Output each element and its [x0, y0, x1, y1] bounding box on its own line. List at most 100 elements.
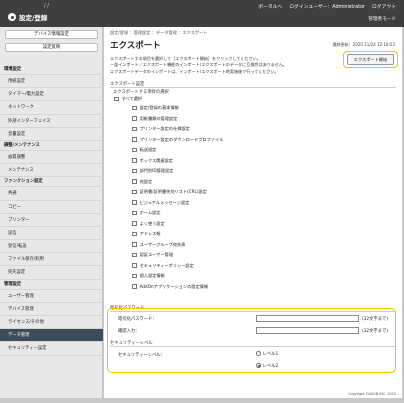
checkbox-icon[interactable]: [132, 284, 137, 289]
checkbox-icon[interactable]: [132, 189, 137, 195]
sidebar-item[interactable]: タイマー/電力設定: [0, 88, 103, 102]
checkbox-icon[interactable]: [132, 158, 137, 163]
checkbox-icon[interactable]: [132, 137, 137, 142]
breadcrumb: 設定/登録 ：管理設定 ：データ管理 ：エクスポート: [110, 30, 208, 35]
export-item-label: ビジュアルメッセージ設定: [139, 199, 190, 205]
desc-line: エクスポートデータのインポートは、インポート/エクスポート時実施後で行ってくださ…: [110, 68, 279, 74]
sidebar-item[interactable]: メンテナンス: [0, 164, 103, 178]
device-info-button[interactable]: デバイス情報設定: [5, 30, 98, 39]
sidebar-item[interactable]: 用紙設定: [0, 75, 103, 89]
sidebar-item[interactable]: 音量設定: [0, 128, 103, 141]
export-item[interactable]: 個人設定情報: [132, 273, 165, 279]
login-user: ログインユーザー：Administrator: [289, 5, 365, 10]
export-item[interactable]: アドレス帳: [132, 231, 161, 237]
export-item-label: 設定/登録の基本情報: [139, 105, 179, 110]
sidebar: デバイス情報設定 設定反映 環境設定 用紙設定 タイマー/電力設定 ネットワーク 外部イ…: [0, 27, 103, 398]
checkbox-icon[interactable]: [114, 96, 119, 102]
export-item[interactable]: ホーム設定: [132, 210, 161, 216]
admin-mode-label: 管理者モード: [368, 17, 396, 22]
items-heading: エクスポートする項目の選択: [113, 90, 169, 95]
export-item[interactable]: ボックス関連設定: [132, 158, 173, 163]
sidebar-item[interactable]: 画質調整: [0, 151, 103, 165]
checkbox-icon[interactable]: [132, 252, 137, 258]
export-item[interactable]: プリンター設定の仕様設定: [132, 126, 190, 132]
checkbox-icon[interactable]: [132, 116, 137, 121]
gear-icon: [8, 13, 16, 21]
export-item-label: セキュリティーポリシー設定: [139, 262, 194, 268]
select-all[interactable]: すべて選択: [114, 96, 142, 102]
checkbox-icon[interactable]: [132, 126, 137, 132]
app-title: 設定/登録: [19, 14, 48, 22]
export-item[interactable]: 設定/登録の基本情報: [132, 105, 179, 111]
apply-settings-button[interactable]: 設定反映: [5, 43, 98, 52]
sidebar-item[interactable]: 共通: [0, 187, 103, 201]
export-item[interactable]: 宛設定: [132, 179, 152, 184]
sidebar-item: 管理設定: [0, 280, 103, 290]
sidebar-item[interactable]: プリンター: [0, 214, 103, 227]
checkbox-icon[interactable]: [132, 263, 137, 268]
export-item-label: 部門別ID管理設定: [139, 168, 174, 173]
export-item[interactable]: プリンター設定のダウンロードプロファイル: [132, 137, 223, 142]
sidebar-item[interactable]: ライセンス/その他: [0, 316, 103, 330]
sidebar-item[interactable]: 受信/転送: [0, 240, 103, 254]
sidebar-item[interactable]: ネットワーク: [0, 101, 103, 115]
export-item-label: 宛設定: [139, 178, 153, 184]
checkbox-icon[interactable]: [132, 200, 137, 205]
page-title: エクスポート: [110, 41, 161, 51]
logout-link[interactable]: ログアウト: [372, 3, 396, 10]
sidebar-item[interactable]: ファイル保存/利用: [0, 253, 103, 267]
checkbox-icon[interactable]: [132, 210, 137, 216]
sidebar-item[interactable]: セキュリティー設定: [0, 342, 103, 356]
export-item[interactable]: ビジュアルメッセージ設定: [132, 200, 189, 205]
app-brand[interactable]: 設定/登録: [8, 12, 47, 22]
checkbox-icon[interactable]: [132, 221, 137, 226]
top-bar: / / 設定/登録 ポータルへ ログインユーザー：Administrator ロ…: [0, 0, 404, 27]
export-item[interactable]: 認証ユーザー管理: [132, 252, 173, 258]
sidebar-item[interactable]: 宛先設定: [0, 266, 103, 280]
export-item[interactable]: よく使う設定: [132, 221, 165, 226]
export-item-label: よく使う設定: [139, 220, 165, 226]
export-item-label: 転送設定: [139, 147, 157, 152]
export-item[interactable]: 用紙種類の管理設定: [132, 116, 177, 121]
export-item-label: AddOnアプリケーションの設定情報: [139, 283, 209, 289]
export-item-label: アドレス帳: [139, 231, 161, 236]
export-item-label: プリンター設定のダウンロードプロファイル: [139, 136, 224, 142]
export-item-label: ホーム設定: [139, 210, 161, 215]
sidebar-item: 環境設定: [0, 65, 103, 75]
checkbox-icon[interactable]: [132, 231, 137, 237]
description: エクスポートする項目を選択して［エクスポート開始］をクリックしてください。 一部…: [110, 56, 340, 75]
select-all-label: すべて選択: [121, 96, 143, 101]
portal-link[interactable]: ポータルへ: [258, 3, 282, 10]
checkbox-icon[interactable]: [132, 242, 137, 247]
export-start-button[interactable]: エクスポート開始: [347, 54, 394, 65]
checkbox-icon[interactable]: [132, 179, 137, 184]
sidebar-item[interactable]: コピー: [0, 201, 103, 214]
export-item[interactable]: 証明書/証明書失効リスト(CRL)設定: [132, 189, 207, 195]
sidebar-item: ファンクション設定: [0, 177, 103, 188]
export-item[interactable]: 転送設定: [132, 147, 157, 153]
checkbox-icon[interactable]: [132, 147, 137, 153]
export-item-label: ユーザーグループ宛先表: [139, 241, 186, 247]
last-updated: 最終更新：2020 11/24 12:16:52: [332, 42, 395, 47]
export-item[interactable]: 部門別ID管理設定: [132, 168, 174, 174]
top-links: ポータルへ ログインユーザー：Administrator ログアウト: [258, 3, 396, 10]
export-item-label: 用紙種類の管理設定: [139, 115, 178, 121]
export-item[interactable]: AddOnアプリケーションの設定情報: [132, 284, 208, 289]
checkbox-icon[interactable]: [132, 273, 137, 279]
export-item-label: ボックス関連設定: [139, 157, 173, 163]
sidebar-item[interactable]: データ管理: [0, 329, 103, 343]
sidebar-list: 環境設定 用紙設定 タイマー/電力設定 ネットワーク 外部インターフェイス 音量設定 調整/…: [0, 65, 103, 356]
sidebar-item[interactable]: 送信: [0, 227, 103, 241]
checkbox-icon[interactable]: [132, 105, 137, 111]
export-item-label: 証明書/証明書失効リスト(CRL)設定: [139, 189, 207, 194]
export-item[interactable]: セキュリティーポリシー設定: [132, 263, 194, 268]
checkbox-icon[interactable]: [132, 168, 137, 174]
sidebar-item[interactable]: ユーザー管理: [0, 290, 103, 303]
divider: [110, 87, 396, 88]
sidebar-item[interactable]: デバイス管理: [0, 303, 103, 316]
sidebar-item[interactable]: 外部インターフェイス: [0, 115, 103, 128]
sidebar-item: 調整/メンテナンス: [0, 141, 103, 151]
copyright: Copyright CANON INC. 2020: [348, 392, 396, 396]
export-item[interactable]: ユーザーグループ宛先表: [132, 242, 185, 247]
highlight-box: [107, 308, 396, 373]
